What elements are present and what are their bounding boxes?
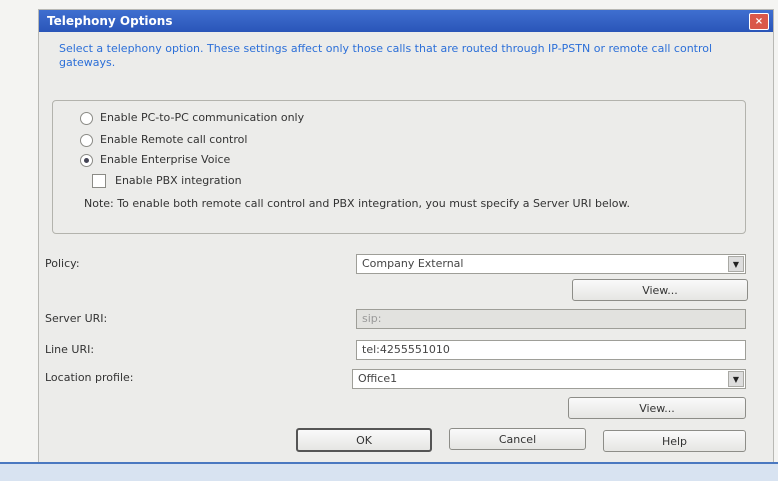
- title-bar[interactable]: Telephony Options ×: [39, 10, 773, 32]
- taskbar-strip: [0, 462, 778, 481]
- location-profile-value: Office1: [358, 372, 398, 385]
- description-text: Select a telephony option. These setting…: [59, 42, 713, 69]
- policy-label: Policy:: [45, 257, 80, 270]
- pc-to-pc-radio[interactable]: [80, 111, 93, 125]
- remote-call-control-radio[interactable]: [80, 133, 93, 147]
- enterprise-voice-label: Enable Enterprise Voice: [100, 153, 231, 166]
- line-uri-label: Line URI:: [45, 343, 95, 356]
- location-profile-view-button[interactable]: View...: [568, 397, 746, 419]
- cancel-button[interactable]: Cancel: [449, 428, 586, 450]
- policy-value: Company External: [362, 257, 464, 270]
- line-uri-input[interactable]: tel:4255551010: [356, 340, 746, 360]
- enterprise-voice-option[interactable]: Enable Enterprise Voice: [80, 153, 230, 167]
- policy-dropdown[interactable]: Company External ▼: [356, 254, 746, 274]
- dialog-title: Telephony Options: [47, 14, 173, 28]
- pc-to-pc-option[interactable]: Enable PC-to-PC communication only: [80, 111, 304, 125]
- server-uri-label: Server URI:: [45, 312, 108, 325]
- pbx-integration-checkbox[interactable]: [92, 174, 106, 188]
- chevron-down-icon[interactable]: ▼: [728, 371, 744, 387]
- location-profile-dropdown[interactable]: Office1 ▼: [352, 369, 746, 389]
- location-profile-label: Location profile:: [45, 371, 134, 384]
- close-button[interactable]: ×: [749, 13, 769, 30]
- note-text: Note: To enable both remote call control…: [84, 197, 630, 210]
- server-uri-input[interactable]: sip:: [356, 309, 746, 329]
- pbx-integration-option[interactable]: Enable PBX integration: [92, 174, 242, 188]
- policy-view-button[interactable]: View...: [572, 279, 748, 301]
- enterprise-voice-radio[interactable]: [80, 153, 93, 167]
- pc-to-pc-label: Enable PC-to-PC communication only: [100, 111, 305, 124]
- ok-button[interactable]: OK: [296, 428, 432, 452]
- pbx-integration-label: Enable PBX integration: [115, 174, 242, 187]
- remote-call-control-option[interactable]: Enable Remote call control: [80, 133, 247, 147]
- chevron-down-icon[interactable]: ▼: [728, 256, 744, 272]
- remote-call-control-label: Enable Remote call control: [100, 133, 248, 146]
- help-button[interactable]: Help: [603, 430, 746, 452]
